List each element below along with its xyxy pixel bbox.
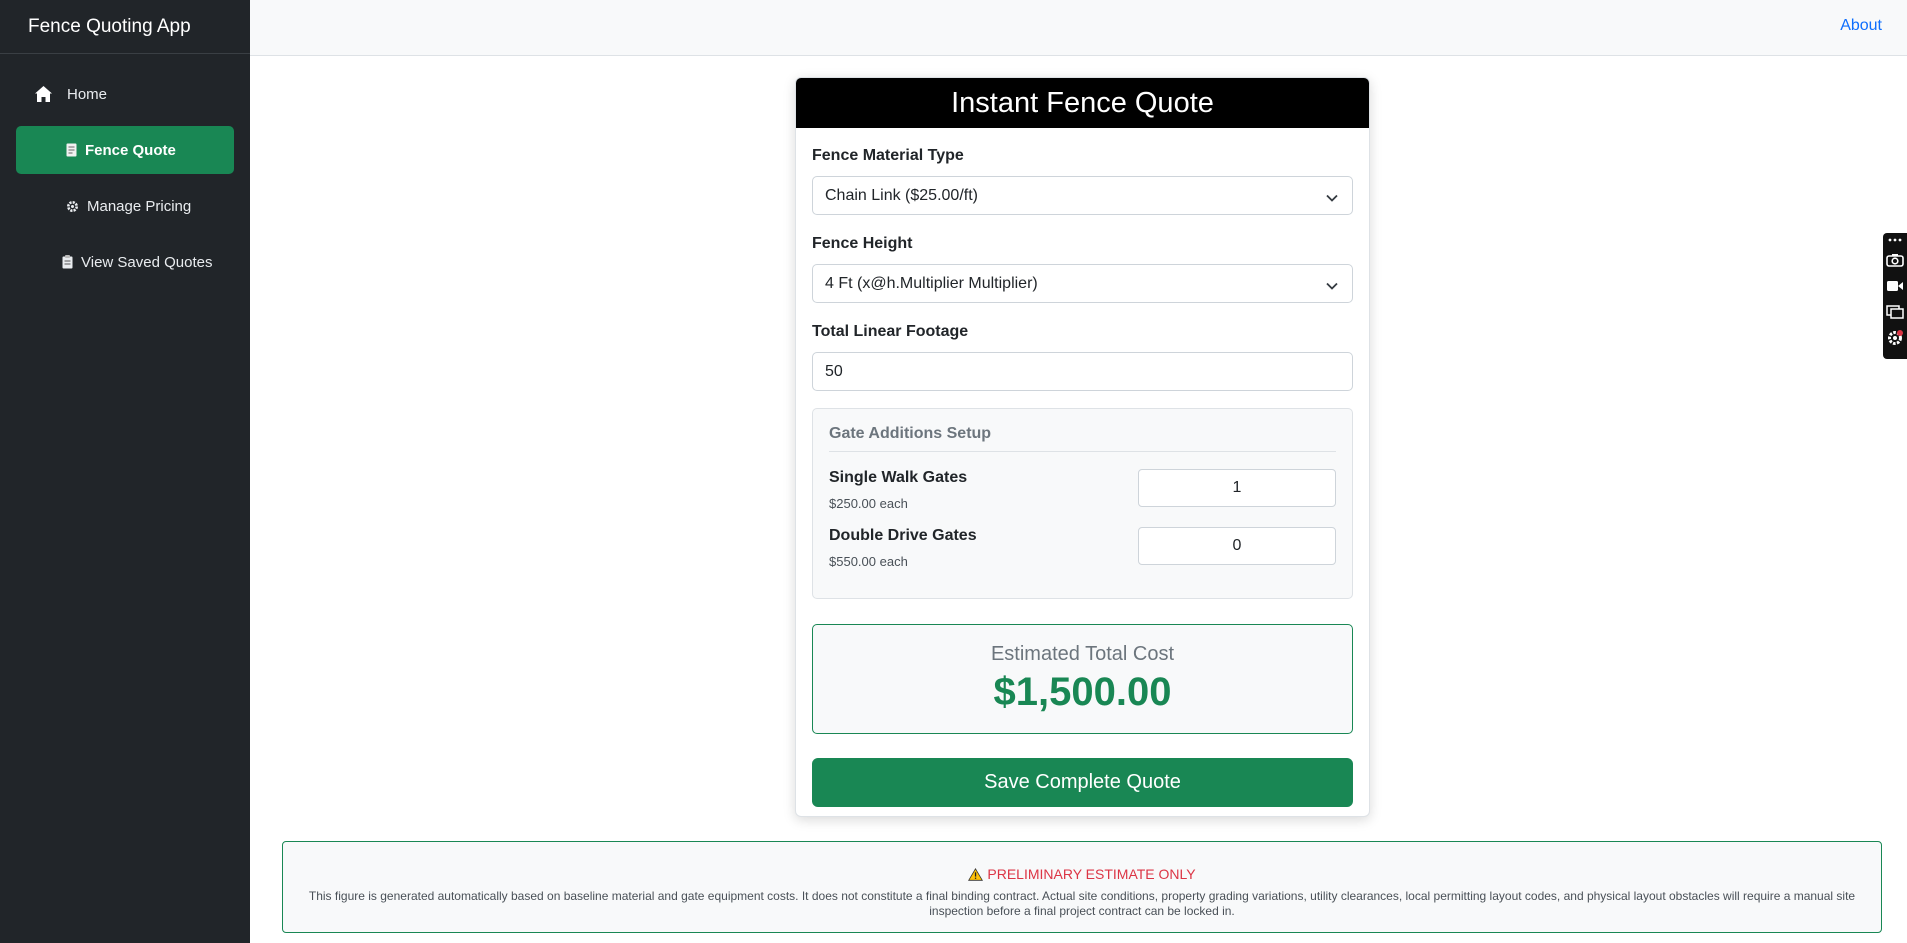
- camera-icon[interactable]: [1883, 247, 1907, 273]
- chevron-down-icon: [1326, 190, 1338, 208]
- home-icon: [34, 85, 53, 103]
- sidebar-item-label: Home: [67, 85, 108, 103]
- sidebar-item-label: View Saved Quotes: [81, 253, 213, 271]
- app-title[interactable]: Fence Quoting App: [0, 0, 250, 54]
- sidebar-item-label: Manage Pricing: [87, 197, 192, 215]
- sidebar-item-fence-quote[interactable]: Fence Quote: [16, 126, 234, 174]
- height-select-value: 4 Ft (x@h.Multiplier Multiplier): [825, 274, 1038, 292]
- single-gate-price: $250.00 each: [829, 496, 908, 511]
- height-label: Fence Height: [812, 235, 913, 252]
- footage-label: Total Linear Footage: [812, 323, 969, 340]
- material-label: Fence Material Type: [812, 147, 964, 164]
- gear-icon: [66, 200, 79, 213]
- disclaimer-panel: PRELIMINARY ESTIMATE ONLY This figure is…: [282, 841, 1882, 933]
- windows-icon[interactable]: [1883, 299, 1907, 325]
- document-icon: [66, 143, 77, 157]
- save-quote-button[interactable]: Save Complete Quote: [812, 758, 1353, 807]
- height-select[interactable]: 4 Ft (x@h.Multiplier Multiplier): [812, 264, 1353, 303]
- disclaimer-text: This figure is generated automatically b…: [308, 889, 1856, 918]
- estimated-total-label: Estimated Total Cost: [990, 643, 1175, 665]
- sidebar-item-manage-pricing[interactable]: Manage Pricing: [16, 182, 234, 230]
- disclaimer-heading: PRELIMINARY ESTIMATE ONLY: [303, 866, 1861, 882]
- sidebar-item-label: Fence Quote: [85, 141, 176, 159]
- about-link[interactable]: About: [1840, 17, 1882, 35]
- material-select-value: Chain Link ($25.00/ft): [825, 186, 978, 204]
- link-icon[interactable]: [1883, 233, 1907, 247]
- single-gate-row: Single Walk Gates $250.00 each 1: [829, 469, 1336, 511]
- double-gate-price: $550.00 each: [829, 554, 908, 569]
- video-icon[interactable]: [1883, 273, 1907, 299]
- quote-card: Instant Fence Quote Fence Material Type …: [795, 77, 1370, 817]
- double-gate-quantity-input[interactable]: 0: [1138, 527, 1336, 565]
- sidebar: Fence Quoting App Home Fence Quote Manag…: [0, 0, 250, 943]
- single-gate-quantity-input[interactable]: 1: [1138, 469, 1336, 507]
- gate-additions-title: Gate Additions Setup: [829, 425, 1336, 452]
- estimated-total-value: $1,500.00: [993, 670, 1172, 714]
- gate-additions-panel: Gate Additions Setup Single Walk Gates $…: [812, 408, 1353, 599]
- chevron-down-icon: [1326, 278, 1338, 296]
- top-navbar: About: [250, 0, 1907, 56]
- disclaimer-title: PRELIMINARY ESTIMATE ONLY: [987, 866, 1196, 882]
- single-gate-label: Single Walk Gates: [829, 469, 968, 486]
- floating-toolbar: [1883, 233, 1907, 359]
- sidebar-item-home[interactable]: Home: [16, 70, 234, 118]
- sidebar-nav: Home Fence Quote Manage Pricing View Sav…: [0, 54, 250, 286]
- material-select[interactable]: Chain Link ($25.00/ft): [812, 176, 1353, 215]
- clipboard-icon: [62, 255, 73, 269]
- footage-input[interactable]: 50: [812, 352, 1353, 391]
- estimated-total-panel: Estimated Total Cost $1,500.00: [812, 624, 1353, 734]
- quote-card-title: Instant Fence Quote: [796, 78, 1369, 128]
- footage-input-value: 50: [825, 362, 843, 380]
- double-gate-label: Double Drive Gates: [829, 527, 977, 544]
- sidebar-item-view-saved-quotes[interactable]: View Saved Quotes: [16, 238, 234, 286]
- double-gate-row: Double Drive Gates $550.00 each 0: [829, 527, 1336, 569]
- settings-icon[interactable]: [1883, 325, 1907, 351]
- warning-icon: [968, 867, 984, 881]
